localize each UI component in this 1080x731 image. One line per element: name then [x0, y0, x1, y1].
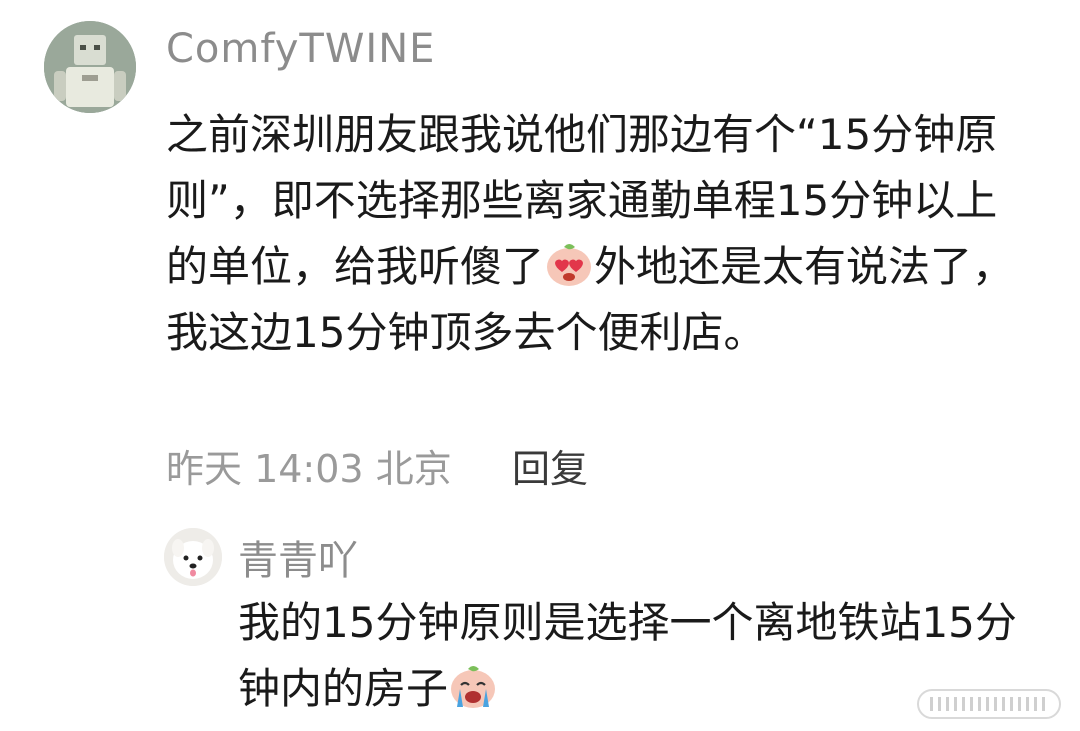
heart-eyes-emoji-icon	[547, 244, 592, 286]
comment-body: 之前深圳朋友跟我说他们那边有个“15分钟原则”，即不选择那些离家通勤单程15分钟…	[166, 102, 1036, 366]
comment-location: 北京	[375, 447, 452, 491]
comment-username[interactable]: ComfyTWINE	[166, 26, 435, 72]
reply-body: 我的15分钟原则是选择一个离地铁站15分钟内的房子	[238, 590, 1018, 722]
comment-timestamp: 昨天 14:03	[166, 447, 364, 491]
avatar[interactable]	[44, 21, 136, 113]
dog-avatar-icon	[164, 528, 222, 586]
reply-avatar[interactable]	[164, 528, 222, 586]
watermark-logo-icon	[917, 689, 1061, 719]
reply-button[interactable]: 回复	[512, 438, 588, 493]
reply-text-part1: 我的15分钟原则是选择一个离地铁站15分钟内的房子	[238, 598, 1017, 713]
comment-meta: 昨天 14:03 北京	[166, 438, 452, 493]
robot-avatar-icon	[44, 21, 136, 113]
reply-username[interactable]: 青青吖	[238, 528, 358, 586]
crying-emoji-icon	[451, 666, 496, 708]
